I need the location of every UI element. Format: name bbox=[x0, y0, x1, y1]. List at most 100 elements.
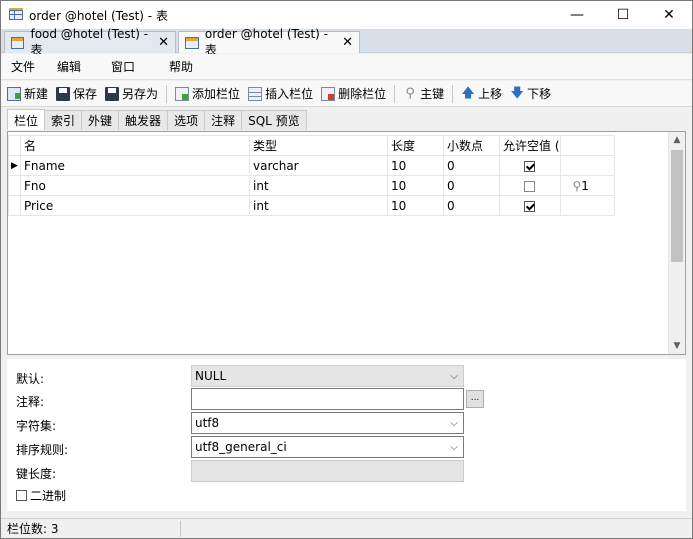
tab-foreign-keys[interactable]: 外键 bbox=[81, 110, 120, 130]
tab-triggers[interactable]: 触发器 bbox=[118, 110, 169, 130]
nullable-checkbox[interactable] bbox=[524, 200, 536, 212]
close-tab-icon[interactable]: ✕ bbox=[342, 35, 353, 50]
menu-help[interactable]: 帮助 bbox=[159, 58, 205, 75]
field-key-cell[interactable] bbox=[559, 195, 615, 216]
field-type-cell[interactable]: int bbox=[249, 195, 388, 216]
window-controls: — ☐ ✕ bbox=[554, 1, 692, 29]
chevron-down-icon: ⌵ bbox=[450, 441, 458, 453]
field-key-cell[interactable] bbox=[559, 155, 615, 176]
tab-fields[interactable]: 栏位 bbox=[7, 109, 46, 130]
scroll-down-icon[interactable]: ▼ bbox=[669, 338, 685, 354]
field-type-cell[interactable]: int bbox=[249, 175, 388, 196]
field-properties-panel: 默认: NULL ⌵ 注释: ... 字符集: utf8 ⌵ 排序规则: utf… bbox=[7, 359, 686, 511]
nullable-checkbox[interactable] bbox=[524, 160, 536, 172]
default-label: 默认: bbox=[16, 372, 45, 386]
menu-window[interactable]: 窗口 bbox=[101, 58, 147, 75]
new-button[interactable]: 新建 bbox=[7, 85, 48, 102]
add-column-label: 添加栏位 bbox=[192, 87, 241, 101]
scroll-up-icon[interactable]: ▲ bbox=[669, 132, 685, 148]
close-icon: ✕ bbox=[663, 7, 675, 23]
key-length-label: 键长度: bbox=[16, 467, 57, 481]
tab-options[interactable]: 选项 bbox=[167, 110, 206, 130]
field-nullable-cell[interactable] bbox=[499, 175, 561, 196]
add-column-button[interactable]: 添加栏位 bbox=[175, 85, 240, 102]
vertical-scrollbar[interactable]: ▲ ▼ bbox=[668, 132, 685, 354]
delete-column-label: 删除栏位 bbox=[338, 87, 387, 101]
table-row[interactable]: ▶ Fname varchar 10 0 bbox=[8, 155, 615, 176]
column-header-nullable[interactable]: 允许空值 ( bbox=[499, 135, 561, 156]
menu-edit[interactable]: 编辑 bbox=[47, 58, 93, 75]
insert-column-button[interactable]: 插入栏位 bbox=[248, 85, 313, 102]
default-select[interactable]: NULL ⌵ bbox=[191, 365, 464, 387]
field-decimals-cell[interactable]: 0 bbox=[443, 155, 500, 176]
row-marker bbox=[8, 175, 21, 196]
document-tab-bar: food @hotel (Test) - 表 ✕ order @hotel (T… bbox=[1, 27, 692, 57]
row-marker-header bbox=[8, 135, 21, 156]
save-as-label: 另存为 bbox=[122, 87, 159, 101]
close-button[interactable]: ✕ bbox=[646, 1, 692, 29]
collation-value: utf8_general_ci bbox=[195, 440, 287, 454]
field-key-cell[interactable]: ⚲1 bbox=[559, 175, 615, 196]
tab-sql-preview[interactable]: SQL 预览 bbox=[241, 110, 307, 130]
minimize-button[interactable]: — bbox=[554, 1, 600, 29]
tab-indexes[interactable]: 索引 bbox=[44, 110, 83, 130]
column-header-name[interactable]: 名 bbox=[20, 135, 250, 156]
nullable-checkbox[interactable] bbox=[524, 180, 536, 192]
comment-label: 注释: bbox=[16, 395, 45, 409]
field-length-cell[interactable]: 10 bbox=[387, 195, 444, 216]
maximize-button[interactable]: ☐ bbox=[600, 1, 646, 29]
field-nullable-cell[interactable] bbox=[499, 155, 561, 176]
primary-key-label: 主键 bbox=[420, 87, 445, 101]
column-header-key[interactable] bbox=[559, 135, 615, 156]
field-name-cell[interactable]: Price bbox=[20, 195, 250, 216]
table-row[interactable]: Price int 10 0 bbox=[8, 195, 615, 216]
column-header-type[interactable]: 类型 bbox=[249, 135, 388, 156]
fields-table: 名 类型 长度 小数点 允许空值 ( ▶ Fname varchar 10 0 … bbox=[8, 135, 615, 216]
field-name-cell[interactable]: Fno bbox=[20, 175, 250, 196]
delete-column-button[interactable]: 删除栏位 bbox=[321, 85, 386, 102]
menu-bar: 文件 编辑 窗口 帮助 bbox=[1, 54, 692, 80]
comment-ellipsis-button[interactable]: ... bbox=[466, 390, 484, 408]
primary-key-button[interactable]: ⚲ 主键 bbox=[403, 85, 444, 102]
collation-select[interactable]: utf8_general_ci ⌵ bbox=[191, 436, 464, 458]
scrollbar-thumb[interactable] bbox=[671, 150, 683, 262]
binary-option[interactable]: 二进制 bbox=[16, 487, 66, 504]
comment-input[interactable] bbox=[191, 388, 464, 410]
table-icon bbox=[9, 8, 23, 22]
save-button[interactable]: 保存 bbox=[56, 85, 97, 102]
tab-comment[interactable]: 注释 bbox=[204, 110, 243, 130]
binary-label: 二进制 bbox=[30, 489, 67, 503]
field-length-cell[interactable]: 10 bbox=[387, 175, 444, 196]
field-decimals-cell[interactable]: 0 bbox=[443, 175, 500, 196]
save-as-button[interactable]: 另存为 bbox=[105, 85, 158, 102]
arrow-down-icon: 🡇 bbox=[510, 85, 524, 101]
field-nullable-cell[interactable] bbox=[499, 195, 561, 216]
column-header-length[interactable]: 长度 bbox=[387, 135, 444, 156]
toolbar: 新建 保存 另存为 添加栏位 插入栏位 删除栏位 ⚲ 主键 🡅 上移 🡇 下移 bbox=[1, 81, 692, 107]
toolbar-separator bbox=[452, 84, 454, 103]
move-up-button[interactable]: 🡅 上移 bbox=[461, 85, 502, 102]
table-icon bbox=[11, 36, 25, 49]
menu-file[interactable]: 文件 bbox=[1, 58, 47, 75]
field-decimals-cell[interactable]: 0 bbox=[443, 195, 500, 216]
save-as-icon bbox=[105, 86, 120, 101]
charset-select[interactable]: utf8 ⌵ bbox=[191, 412, 464, 434]
table-row[interactable]: Fno int 10 0 ⚲1 bbox=[8, 175, 615, 196]
field-count-status: 栏位数: 3 bbox=[1, 520, 181, 537]
field-length-cell[interactable]: 10 bbox=[387, 155, 444, 176]
minimize-icon: — bbox=[570, 7, 584, 23]
field-name-cell[interactable]: Fname bbox=[20, 155, 250, 176]
close-tab-icon[interactable]: ✕ bbox=[158, 35, 169, 50]
binary-checkbox[interactable] bbox=[16, 490, 27, 501]
tab-food[interactable]: food @hotel (Test) - 表 ✕ bbox=[4, 27, 176, 57]
header-row: 名 类型 长度 小数点 允许空值 ( bbox=[8, 135, 615, 156]
current-row-icon: ▶ bbox=[8, 155, 21, 176]
maximize-icon: ☐ bbox=[616, 7, 630, 23]
column-header-decimals[interactable]: 小数点 bbox=[443, 135, 500, 156]
window-title: order @hotel (Test) - 表 bbox=[29, 8, 168, 23]
tab-order[interactable]: order @hotel (Test) - 表 ✕ bbox=[178, 27, 360, 57]
move-down-button[interactable]: 🡇 下移 bbox=[510, 85, 551, 102]
chevron-down-icon: ⌵ bbox=[450, 417, 458, 429]
arrow-up-icon: 🡅 bbox=[461, 85, 475, 101]
field-type-cell[interactable]: varchar bbox=[249, 155, 388, 176]
